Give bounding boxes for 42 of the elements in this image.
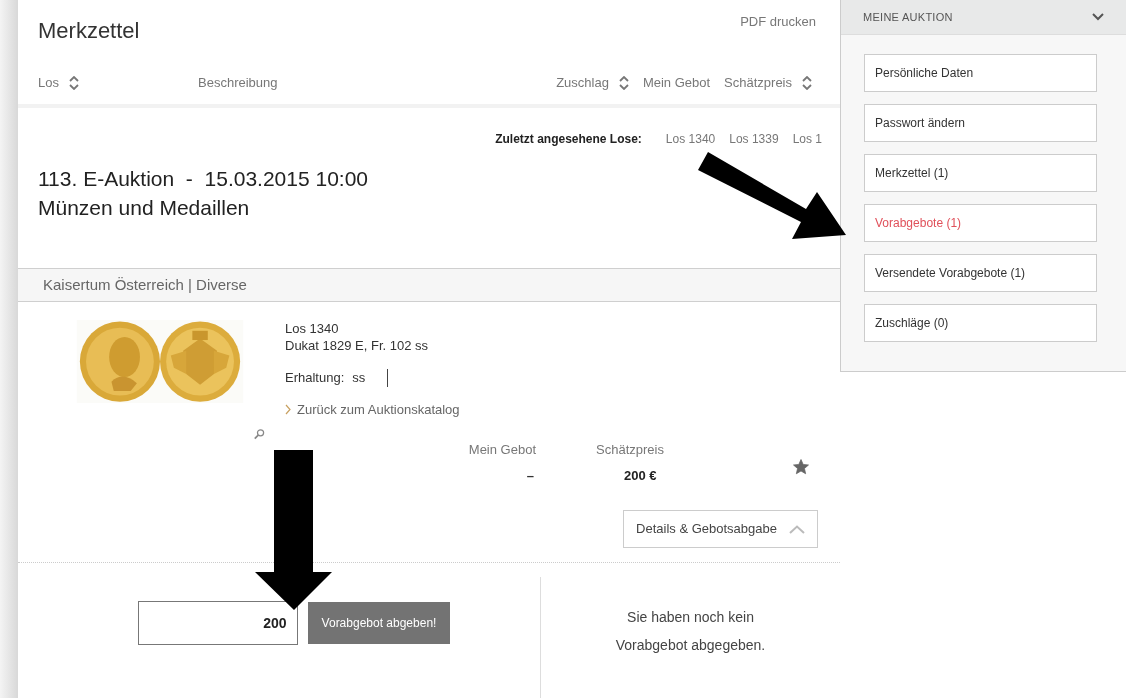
column-header: Beschreibung (198, 74, 278, 93)
zoom-icon[interactable] (252, 429, 266, 440)
sort-icon[interactable] (68, 76, 79, 90)
lot-description: Dukat 1829 E, Fr. 102 ss (285, 337, 430, 354)
sidebar-item[interactable]: Passwort ändern (864, 104, 1097, 142)
chevron-up-icon (789, 524, 805, 534)
sidebar-header[interactable]: MEINE AUKTION (841, 0, 1126, 35)
details-button[interactable]: Details & Gebotsabgabe (623, 510, 818, 548)
recent-lot-link[interactable]: Los 1339 (729, 130, 779, 148)
sidebar-item[interactable]: Versendete Vorabgebote (1) (864, 254, 1097, 292)
sort-icon[interactable] (802, 76, 812, 90)
recent-lot-link[interactable]: Los 1 (792, 130, 822, 148)
estimate-label: Schätzpreis (596, 441, 664, 459)
my-bid-label: Mein Gebot (468, 441, 536, 459)
recent-lot-link[interactable]: Los 1340 (665, 130, 716, 148)
sidebar-item[interactable]: Zuschläge (0) (864, 304, 1097, 342)
condition-value: ss (352, 369, 366, 387)
page-title: Merkzettel (38, 17, 140, 45)
column-header[interactable]: Los (38, 73, 59, 93)
submit-bid-button[interactable]: Vorabgebot abgeben! (307, 602, 451, 644)
back-link[interactable]: Zurück zum Auktionskatalog (285, 399, 460, 419)
chevron-right-icon (285, 403, 291, 415)
my-bid-value: – (526, 466, 534, 485)
pdf-link[interactable]: PDF drucken (740, 12, 816, 32)
auction-subtitle: Münzen und Medaillen (38, 195, 251, 221)
sidebar-item[interactable]: Vorabgebote (1) (864, 204, 1097, 242)
category-heading: Kaisertum Österreich | Diverse (43, 274, 247, 295)
column-header: Mein Gebot (642, 74, 711, 93)
sidebar-item[interactable]: Merkzettel (1) (864, 154, 1097, 192)
no-bid-message: Sie haben noch kein Vorabgebot abgegeben. (614, 608, 767, 655)
lot-number: Los 1340 (285, 320, 340, 337)
column-header[interactable]: Zuschlag (556, 73, 609, 93)
chevron-down-icon (1092, 13, 1104, 21)
bid-input[interactable]: 200 (137, 601, 298, 645)
auction-title: 113. E-Auktion - 15.03.2015 10:00 (38, 166, 369, 192)
star-icon[interactable] (792, 458, 810, 476)
sidebar-item[interactable]: Persönliche Daten (864, 54, 1097, 92)
column-header[interactable]: Schätzpreis (724, 73, 792, 93)
sort-icon[interactable] (618, 76, 629, 90)
condition-label: Erhaltung: (285, 369, 345, 387)
recently-viewed-label: Zuletzt angesehene Lose: (495, 131, 642, 148)
estimate-value: 200 € (624, 466, 657, 485)
